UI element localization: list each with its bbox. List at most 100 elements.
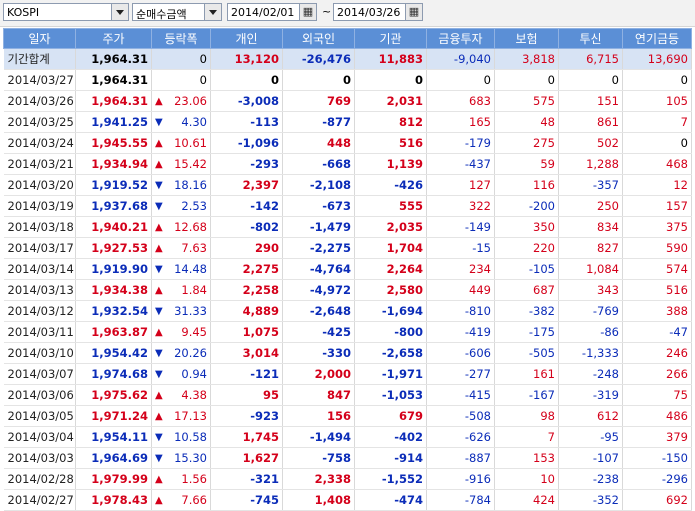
total-row[interactable]: 기간합계 1,964.31 0 13,120 -26,476 11,883 -9,040 3,… (3, 48, 692, 70)
price-cell: 1,978.43 (75, 489, 152, 511)
change-value: 7.63 (181, 241, 207, 255)
calendar-icon[interactable]: ▦ (299, 4, 316, 20)
pension-fund-cell: 486 (622, 405, 692, 427)
table-row[interactable]: 2014/03/21 1,934.94 ▲ 15.42 -293 -668 1,139 -43… (3, 153, 692, 175)
change-value: 0 (199, 73, 207, 87)
table-row[interactable]: 2014/03/03 1,964.69 ▼ 15.30 1,627 -758 -914 -88… (3, 447, 692, 469)
table-row[interactable]: 2014/03/11 1,963.87 ▲ 9.45 1,075 -425 -800 -419… (3, 321, 692, 343)
column-header[interactable]: 연기금등 (622, 28, 692, 49)
investment-trust-cell: 151 (558, 90, 623, 112)
investment-trust-cell: -248 (558, 363, 623, 385)
insurance-cell: 116 (494, 174, 559, 196)
column-header[interactable]: 투신 (558, 28, 623, 49)
start-date-field[interactable]: 2014/02/01 ▦ (227, 3, 317, 21)
column-header[interactable]: 개인 (210, 28, 283, 49)
institution-cell: 2,035 (354, 216, 427, 238)
institution-cell: 555 (354, 195, 427, 217)
financial-investment-cell: -9,040 (426, 48, 495, 70)
price-cell: 1,963.87 (75, 321, 152, 343)
change-cell: 0 (151, 48, 211, 70)
date-cell: 2014/03/11 (3, 321, 76, 343)
foreign-cell: 2,000 (282, 363, 355, 385)
column-header[interactable]: 기관 (354, 28, 427, 49)
investment-trust-cell: 1,084 (558, 258, 623, 280)
investment-trust-cell: 827 (558, 237, 623, 259)
institution-cell: -800 (354, 321, 427, 343)
end-date-field[interactable]: 2014/03/26 ▦ (333, 3, 423, 21)
institution-cell: 1,139 (354, 153, 427, 175)
table-row[interactable]: 2014/03/20 1,919.52 ▼ 18.16 2,397 -2,108 -426 1… (3, 174, 692, 196)
investment-trust-cell: -95 (558, 426, 623, 448)
change-value: 1.84 (181, 283, 207, 297)
price-cell: 1,964.69 (75, 447, 152, 469)
table-row[interactable]: 2014/03/17 1,927.53 ▲ 7.63 290 -2,275 1,704 -15… (3, 237, 692, 259)
change-value: 2.53 (181, 199, 207, 213)
table-row[interactable]: 2014/03/05 1,971.24 ▲ 17.13 -923 156 679 -508 98… (3, 405, 692, 427)
triangle-down-icon: ▼ (155, 347, 163, 359)
financial-investment-cell: -887 (426, 447, 495, 469)
table-row[interactable]: 2014/03/18 1,940.21 ▲ 12.68 -802 -1,479 2,035-… (3, 216, 692, 238)
table-row[interactable]: 2014/03/10 1,954.42 ▼ 20.26 3,014 -330 -2,658-… (3, 342, 692, 364)
insurance-cell: 48 (494, 111, 559, 133)
table-row[interactable]: 2014/03/04 1,954.11 ▼ 10.58 1,745 -1,494 -402-… (3, 426, 692, 448)
change-value: 12.68 (174, 220, 207, 234)
table-row[interactable]: 2014/02/28 1,979.99 ▲ 1.56 -321 2,338 -1,552 -9… (3, 468, 692, 490)
triangle-down-icon: ▼ (155, 452, 163, 464)
table-header-row: 일자 주가 등락폭 개인 외국인 기관 금융투자 보험 투신 연기금등 (3, 28, 692, 49)
date-cell: 2014/03/04 (3, 426, 76, 448)
foreign-cell: 0 (282, 69, 355, 91)
change-cell: ▼ 18.16 (151, 174, 211, 196)
triangle-up-icon: ▲ (155, 137, 163, 149)
change-cell: ▼ 31.33 (151, 300, 211, 322)
table-row[interactable]: 2014/03/24 1,945.55 ▲ 10.61 -1,096 448 516 -179… (3, 132, 692, 154)
triangle-down-icon: ▼ (155, 431, 163, 443)
table-row[interactable]: 2014/03/19 1,937.68 ▼ 2.53 -142 -673 555 322 -20… (3, 195, 692, 217)
individual-cell: -321 (210, 468, 283, 490)
column-header[interactable]: 등락폭 (151, 28, 211, 49)
column-header[interactable]: 금융투자 (426, 28, 495, 49)
institution-cell: 0 (354, 69, 427, 91)
price-cell: 1,964.31 (75, 69, 152, 91)
table-row[interactable]: 2014/03/13 1,934.38 ▲ 1.84 2,258 -4,972 2,580 4… (3, 279, 692, 301)
table-row[interactable]: 2014/03/12 1,932.54 ▼ 31.33 4,889 -2,648 -1,69… (3, 300, 692, 322)
pension-fund-cell: 574 (622, 258, 692, 280)
market-select[interactable]: KOSPI (3, 3, 129, 21)
insurance-cell: 153 (494, 447, 559, 469)
column-header[interactable]: 일자 (3, 28, 76, 49)
pension-fund-cell: 75 (622, 384, 692, 406)
investment-trust-cell: 250 (558, 195, 623, 217)
date-cell: 2014/03/18 (3, 216, 76, 238)
chevron-down-icon[interactable] (111, 4, 128, 20)
column-header[interactable]: 외국인 (282, 28, 355, 49)
column-header[interactable]: 주가 (75, 28, 152, 49)
table-row[interactable]: 2014/03/26 1,964.31 ▲ 23.06 -3,008 769 2,031 68… (3, 90, 692, 112)
price-cell: 1,945.55 (75, 132, 152, 154)
table-row[interactable]: 2014/03/06 1,975.62 ▲ 4.38 95 847 -1,053 -415 -1… (3, 384, 692, 406)
table-row[interactable]: 2014/02/27 1,978.43 ▲ 7.66 -745 1,408 -474 -784… (3, 489, 692, 511)
table-row[interactable]: 2014/03/07 1,974.68 ▼ 0.94 -121 2,000 -1,971 -2… (3, 363, 692, 385)
foreign-cell: 847 (282, 384, 355, 406)
foreign-cell: -758 (282, 447, 355, 469)
institution-cell: -914 (354, 447, 427, 469)
pension-fund-cell: 0 (622, 69, 692, 91)
calendar-icon[interactable]: ▦ (405, 4, 422, 20)
individual-cell: -3,008 (210, 90, 283, 112)
insurance-cell: -175 (494, 321, 559, 343)
financial-investment-cell: -149 (426, 216, 495, 238)
table-row[interactable]: 2014/03/25 1,941.25 ▼ 4.30 -113 -877 812 165 48 8… (3, 111, 692, 133)
table-row[interactable]: 2014/03/27 1,964.31 0 0 0 0 0 0 0 0 (3, 69, 692, 91)
financial-investment-cell: 0 (426, 69, 495, 91)
start-date-value: 2014/02/01 (231, 6, 295, 19)
table-row[interactable]: 2014/03/14 1,919.90 ▼ 14.48 2,275 -4,764 2,264… (3, 258, 692, 280)
chevron-down-icon[interactable] (204, 4, 221, 20)
individual-cell: 290 (210, 237, 283, 259)
foreign-cell: 156 (282, 405, 355, 427)
individual-cell: 95 (210, 384, 283, 406)
investment-trust-cell: -107 (558, 447, 623, 469)
column-header[interactable]: 보험 (494, 28, 559, 49)
metric-select[interactable]: 순매수금액 (132, 3, 222, 21)
date-cell: 2014/03/17 (3, 237, 76, 259)
individual-cell: 2,397 (210, 174, 283, 196)
financial-investment-cell: -626 (426, 426, 495, 448)
insurance-cell: 98 (494, 405, 559, 427)
